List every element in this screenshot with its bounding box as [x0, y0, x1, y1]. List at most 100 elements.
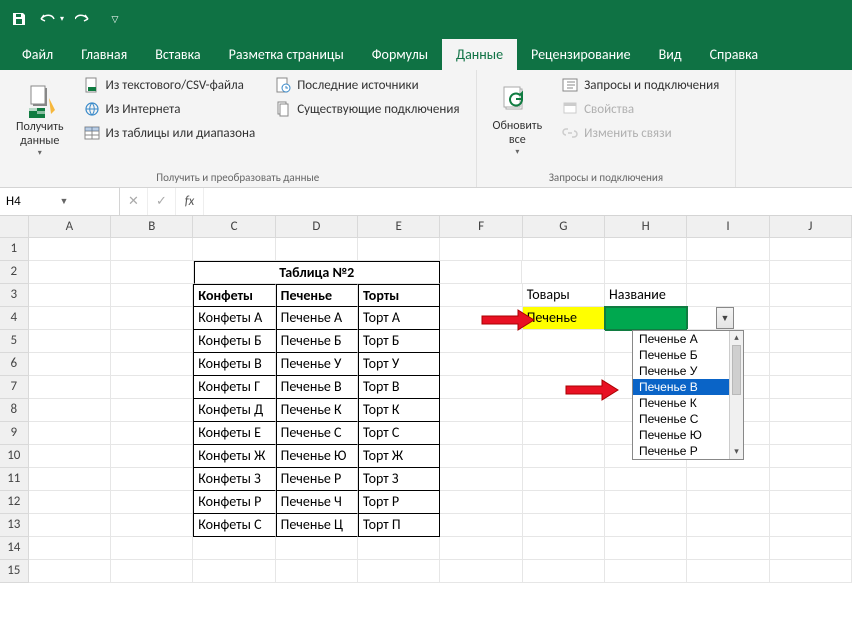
cell[interactable] [605, 307, 687, 330]
scroll-down-icon[interactable]: ▾ [730, 445, 743, 459]
column-header[interactable]: G [523, 216, 605, 238]
row-header[interactable]: 8 [0, 399, 29, 422]
cell[interactable]: Печенье А [276, 307, 358, 330]
cell[interactable] [523, 560, 605, 583]
cell[interactable] [111, 399, 193, 422]
cell[interactable] [111, 560, 193, 583]
cell[interactable]: Печенье Ц [276, 514, 358, 537]
row-header[interactable]: 11 [0, 468, 29, 491]
cell[interactable] [29, 491, 111, 514]
cell[interactable]: Торт З [358, 468, 440, 491]
column-header[interactable]: I [687, 216, 769, 238]
cell[interactable] [522, 261, 604, 284]
cell[interactable] [605, 514, 687, 537]
cell[interactable]: Торт Б [358, 330, 440, 353]
cell[interactable] [111, 376, 193, 399]
cell[interactable]: Торт П [358, 514, 440, 537]
name-box[interactable]: H4▼ [0, 188, 120, 215]
cell[interactable]: Торт У [358, 353, 440, 376]
cell[interactable]: Конфеты Е [193, 422, 275, 445]
refresh-all-button[interactable]: Обновить все ▾ [487, 74, 549, 168]
cell[interactable] [770, 399, 852, 422]
cell[interactable] [440, 376, 522, 399]
dropdown-option[interactable]: Печенье Ю [633, 427, 729, 443]
cell[interactable] [687, 284, 769, 307]
tab-справка[interactable]: Справка [696, 39, 773, 70]
cell[interactable] [523, 491, 605, 514]
formula-input[interactable] [204, 188, 852, 215]
row-header[interactable]: 9 [0, 422, 29, 445]
cell[interactable]: Печенье Ю [276, 445, 358, 468]
cell[interactable] [29, 261, 111, 284]
cell[interactable]: Конфеты З [193, 468, 275, 491]
cell[interactable] [523, 422, 605, 445]
cell[interactable] [29, 560, 111, 583]
cell[interactable]: Торты [358, 284, 440, 307]
cell[interactable] [111, 238, 193, 261]
cell[interactable] [770, 307, 852, 330]
cell[interactable] [523, 537, 605, 560]
cell[interactable] [605, 537, 687, 560]
cell[interactable] [111, 422, 193, 445]
cell[interactable]: Торт К [358, 399, 440, 422]
cell[interactable] [770, 537, 852, 560]
tab-файл[interactable]: Файл [8, 39, 67, 70]
cell[interactable] [770, 445, 852, 468]
cell[interactable] [523, 330, 605, 353]
cell[interactable]: Конфеты Б [193, 330, 275, 353]
cell[interactable] [770, 261, 852, 284]
cell[interactable] [523, 445, 605, 468]
cell[interactable] [358, 560, 440, 583]
cell[interactable] [276, 560, 358, 583]
get-data-button[interactable]: Получить данные ▾ [10, 74, 70, 168]
cell[interactable] [440, 560, 522, 583]
row-header[interactable]: 14 [0, 537, 29, 560]
cell[interactable] [29, 284, 111, 307]
recent-sources-button[interactable]: Последние источники [269, 74, 465, 96]
cell[interactable] [523, 468, 605, 491]
cell[interactable] [523, 238, 605, 261]
tab-вставка[interactable]: Вставка [141, 39, 214, 70]
cell[interactable] [29, 537, 111, 560]
cell[interactable] [770, 330, 852, 353]
cell[interactable]: Торт Р [358, 491, 440, 514]
from-range-button[interactable]: Из таблицы или диапазона [78, 122, 262, 144]
cell[interactable]: Название [605, 284, 687, 307]
from-web-button[interactable]: Из Интернета [78, 98, 262, 120]
cell[interactable] [523, 399, 605, 422]
cell[interactable] [523, 514, 605, 537]
undo-icon[interactable]: ▾ [38, 6, 64, 32]
cell[interactable] [276, 238, 358, 261]
cell[interactable]: Печенье Ч [276, 491, 358, 514]
row-header[interactable]: 4 [0, 307, 29, 330]
cell[interactable] [440, 445, 522, 468]
dropdown-option[interactable]: Печенье Р [633, 443, 729, 459]
column-header[interactable]: F [440, 216, 522, 238]
cell[interactable]: Товары [523, 284, 605, 307]
column-header[interactable]: C [193, 216, 275, 238]
column-header[interactable]: H [605, 216, 687, 238]
cell[interactable] [440, 238, 522, 261]
cell[interactable] [111, 514, 193, 537]
cell[interactable] [770, 468, 852, 491]
qat-customize-icon[interactable]: ▽ [102, 6, 128, 32]
dropdown-option[interactable]: Печенье Б [633, 347, 729, 363]
cell[interactable] [29, 238, 111, 261]
column-header[interactable]: J [770, 216, 852, 238]
row-header[interactable]: 10 [0, 445, 29, 468]
cell[interactable]: Печенье Р [276, 468, 358, 491]
cell[interactable] [111, 468, 193, 491]
cell[interactable] [770, 353, 852, 376]
cell[interactable] [29, 376, 111, 399]
row-header[interactable]: 12 [0, 491, 29, 514]
cell[interactable] [193, 560, 275, 583]
cell[interactable] [358, 238, 440, 261]
fx-icon[interactable]: fx [176, 188, 204, 215]
cell[interactable] [605, 468, 687, 491]
cell[interactable] [29, 307, 111, 330]
cell[interactable]: Печенье У [276, 353, 358, 376]
tab-формулы[interactable]: Формулы [358, 39, 442, 70]
cell[interactable]: Таблица №2 [194, 261, 440, 284]
cell[interactable] [29, 399, 111, 422]
dropdown-option[interactable]: Печенье В [633, 379, 729, 395]
